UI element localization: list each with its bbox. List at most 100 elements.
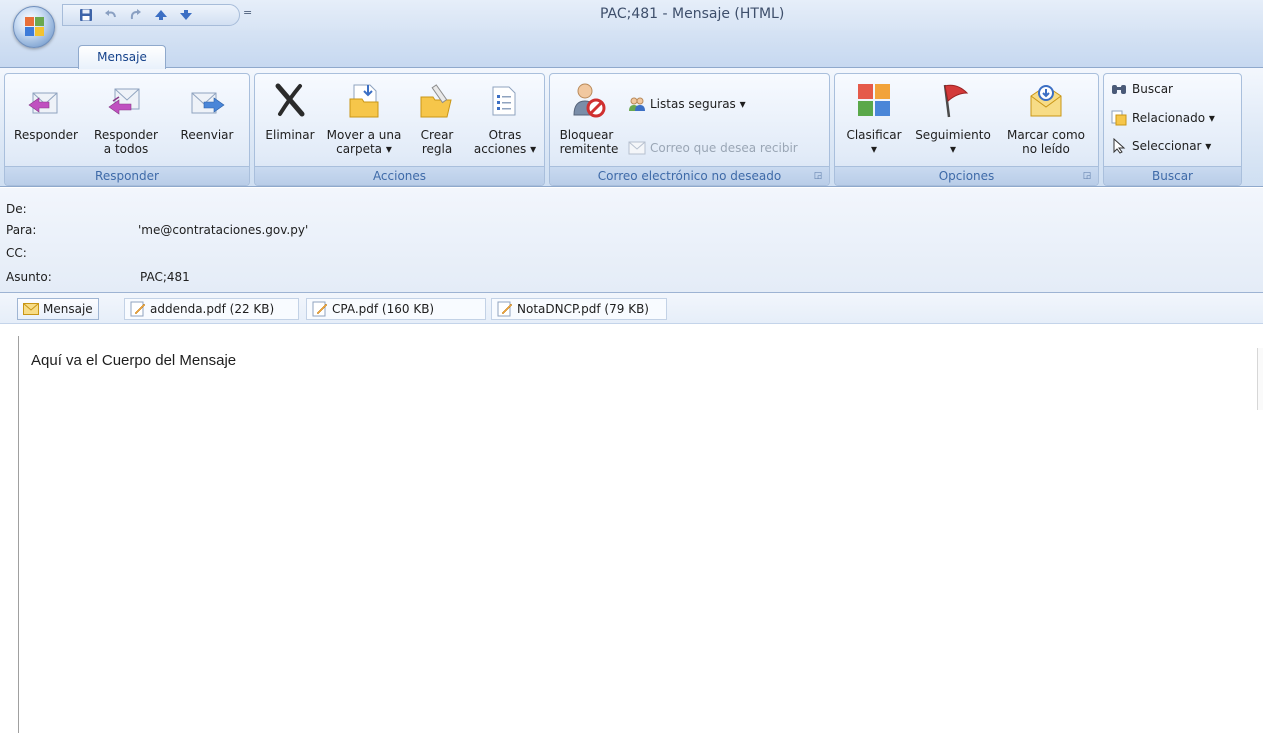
attachment-item[interactable]: NotaDNCP.pdf (79 KB) — [491, 298, 667, 320]
move-to-folder-icon — [344, 80, 384, 120]
mark-unread-button[interactable]: Marcar como no leído — [999, 80, 1093, 156]
attachment-message-tab[interactable]: Mensaje — [17, 298, 99, 320]
binoculars-icon — [1110, 81, 1128, 97]
reply-all-button[interactable]: Responder a todos — [85, 80, 167, 156]
to-value[interactable]: 'me@contrataciones.gov.py' — [138, 223, 308, 237]
next-item-button[interactable] — [177, 7, 195, 23]
forward-icon — [187, 80, 227, 120]
reply-icon — [26, 80, 66, 120]
group-label-acciones: Acciones — [255, 166, 544, 185]
from-label: De: — [6, 202, 27, 216]
follow-up-flag-icon — [933, 80, 973, 120]
block-sender-label: Bloquear remitente — [559, 128, 619, 156]
group-responder: Responder Responder a todos Reenviar Res… — [4, 73, 250, 186]
safe-lists-label: Listas seguras ▾ — [650, 97, 746, 111]
group-buscar: Buscar Relacionado ▾ Seleccionar ▾ Busca… — [1103, 73, 1242, 186]
redo-button[interactable] — [127, 7, 145, 23]
subject-label: Asunto: — [6, 270, 52, 284]
move-to-folder-label: Mover a una carpeta ▾ — [326, 128, 402, 156]
ribbon: Responder Responder a todos Reenviar Res… — [0, 67, 1263, 187]
safe-lists-icon — [628, 96, 646, 112]
group-label-buscar: Buscar — [1104, 166, 1241, 185]
delete-label: Eliminar — [265, 128, 315, 142]
pdf-attachment-icon — [497, 301, 513, 317]
reply-all-label: Responder a todos — [94, 128, 158, 156]
group-acciones: Eliminar Mover a una carpeta ▾ Crear reg… — [254, 73, 545, 186]
block-sender-icon — [569, 80, 609, 120]
reply-button[interactable]: Responder — [9, 80, 83, 142]
delete-icon — [270, 80, 310, 120]
envelope-icon — [23, 303, 39, 315]
message-header: De: Para: 'me@contrataciones.gov.py' CC:… — [0, 188, 1263, 292]
attachment-label: Mensaje — [43, 302, 93, 316]
select-label: Seleccionar ▾ — [1132, 139, 1212, 153]
attachment-item[interactable]: CPA.pdf (160 KB) — [306, 298, 486, 320]
not-junk-button[interactable]: Correo que desea recibir — [628, 140, 798, 156]
attachment-label: CPA.pdf (160 KB) — [332, 302, 435, 316]
ribbon-tab-strip: Mensaje — [0, 30, 1263, 69]
options-launcher-icon[interactable]: ◲ — [1081, 170, 1093, 182]
move-to-folder-button[interactable]: Mover a una carpeta ▾ — [321, 80, 407, 156]
subject-value: PAC;481 — [140, 270, 190, 284]
create-rule-icon — [417, 80, 457, 120]
mark-unread-icon — [1026, 80, 1066, 120]
delete-button[interactable]: Eliminar — [259, 80, 321, 142]
block-sender-button[interactable]: Bloquear remitente — [554, 80, 624, 156]
find-button[interactable]: Buscar — [1110, 81, 1173, 97]
group-label-responder: Responder — [5, 166, 249, 185]
follow-up-button[interactable]: Seguimiento ▾ — [909, 80, 997, 156]
group-correo-no-deseado: Bloquear remitente Listas seguras ▾ Corr… — [549, 73, 830, 186]
office-logo-icon — [25, 17, 45, 37]
tab-mensaje[interactable]: Mensaje — [78, 45, 166, 69]
message-body-text: Aquí va el Cuerpo del Mensaje — [31, 352, 237, 369]
other-actions-button[interactable]: Otras acciones ▾ — [467, 80, 543, 156]
not-junk-icon — [628, 140, 646, 156]
cc-label: CC: — [6, 246, 27, 260]
group-label-opciones: Opciones — [835, 166, 1098, 185]
pdf-attachment-icon — [130, 301, 146, 317]
group-opciones: Clasificar ▾ Seguimiento ▾ Marcar como n… — [834, 73, 1099, 186]
related-messages-icon — [1110, 110, 1128, 126]
redo-icon — [130, 9, 141, 20]
forward-button[interactable]: Reenviar — [171, 80, 243, 142]
categorize-label: Clasificar ▾ — [846, 128, 902, 156]
reply-label: Responder — [14, 128, 78, 142]
categorize-button[interactable]: Clasificar ▾ — [839, 80, 909, 156]
attachments-bar: Mensaje addenda.pdf (22 KB) CPA.pdf (160… — [0, 292, 1263, 324]
up-arrow-icon — [155, 10, 167, 20]
attachment-label: addenda.pdf (22 KB) — [150, 302, 275, 316]
window-title: PAC;481 - Mensaje (HTML) — [600, 6, 785, 22]
scrollbar[interactable] — [1257, 348, 1263, 410]
attachment-item[interactable]: addenda.pdf (22 KB) — [124, 298, 299, 320]
customize-qat-button[interactable]: = — [243, 6, 252, 19]
previous-item-button[interactable] — [152, 7, 170, 23]
create-rule-label: Crear regla — [420, 128, 454, 156]
not-junk-label: Correo que desea recibir — [650, 141, 798, 155]
quick-access-toolbar — [62, 4, 240, 26]
pdf-attachment-icon — [312, 301, 328, 317]
down-arrow-icon — [180, 10, 192, 20]
find-label: Buscar — [1132, 82, 1173, 96]
undo-button[interactable] — [102, 7, 120, 23]
save-icon — [80, 9, 92, 21]
follow-up-label: Seguimiento ▾ — [915, 128, 991, 156]
other-actions-label: Otras acciones ▾ — [473, 128, 537, 156]
related-label: Relacionado ▾ — [1132, 111, 1215, 125]
junk-options-launcher-icon[interactable]: ◲ — [812, 170, 824, 182]
cursor-icon — [1110, 138, 1128, 154]
select-button[interactable]: Seleccionar ▾ — [1110, 138, 1211, 154]
reply-all-icon — [106, 80, 146, 120]
office-button[interactable] — [13, 6, 55, 48]
safe-lists-button[interactable]: Listas seguras ▾ — [628, 96, 746, 112]
related-button[interactable]: Relacionado ▾ — [1110, 110, 1215, 126]
save-button[interactable] — [77, 7, 95, 23]
attachment-label: NotaDNCP.pdf (79 KB) — [517, 302, 649, 316]
other-actions-icon — [485, 80, 525, 120]
mark-unread-label: Marcar como no leído — [1006, 128, 1086, 156]
create-rule-button[interactable]: Crear regla — [409, 80, 465, 156]
group-label-correo-no-deseado: Correo electrónico no deseado — [550, 166, 829, 185]
forward-label: Reenviar — [180, 128, 234, 142]
categorize-icon — [854, 80, 894, 120]
message-body[interactable]: Aquí va el Cuerpo del Mensaje — [18, 336, 1263, 733]
undo-icon — [105, 10, 116, 18]
